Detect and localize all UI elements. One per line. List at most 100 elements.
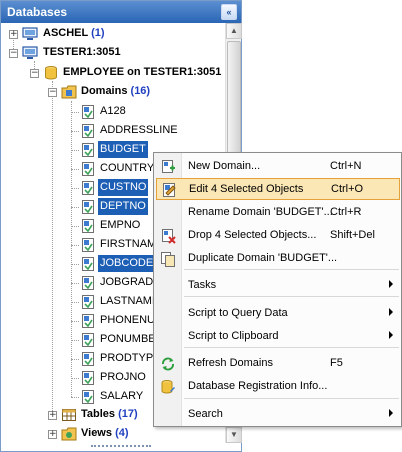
menu-item-shortcut: F5 xyxy=(330,357,343,369)
domain-icon xyxy=(82,352,94,366)
expand-icon[interactable]: + xyxy=(48,411,57,420)
domain-icon xyxy=(82,162,94,176)
host-label: TESTER1:3051 xyxy=(43,46,121,58)
menu-item-label: Drop 4 Selected Objects... xyxy=(188,229,317,241)
tree-line xyxy=(71,112,79,113)
menu-item-label: New Domain... xyxy=(188,160,261,172)
tree-item-tester1[interactable]: − TESTER1:3051 xyxy=(1,44,225,63)
menu-item-label: Search xyxy=(188,408,223,420)
server-icon xyxy=(22,27,38,40)
domain-icon xyxy=(82,200,94,214)
context-menu: New Domain... Ctrl+N Edit 4 Selected Objec… xyxy=(153,152,402,427)
menu-item-duplicate-domain-budget[interactable]: Duplicate Domain 'BUDGET'... xyxy=(156,248,400,270)
domain-icon xyxy=(82,143,94,157)
domain-label: EMPNO xyxy=(100,219,141,231)
database-label: EMPLOYEE on TESTER1:3051 xyxy=(63,66,222,78)
submenu-arrow-icon xyxy=(389,280,393,288)
group-label: Domains (16) xyxy=(81,85,151,97)
domain-icon xyxy=(82,257,94,271)
tree-item-views[interactable]: + Views (4) xyxy=(1,425,225,443)
domain-icon xyxy=(82,181,94,195)
menu-item-script-to-clipboard[interactable]: Script to Clipboard xyxy=(156,326,400,348)
menu-separator xyxy=(184,398,399,399)
domain-label: PROJNO xyxy=(100,371,146,383)
tree-line xyxy=(71,207,79,208)
domain-label: A128 xyxy=(100,105,126,117)
domain-label: ADDRESSLINE xyxy=(100,124,178,136)
menu-item-script-to-query-data[interactable]: Script to Query Data xyxy=(156,303,400,325)
refresh-icon xyxy=(162,357,174,371)
domain-label: LASTNAME xyxy=(100,295,160,307)
new-domain-icon xyxy=(162,160,175,173)
domain-item[interactable]: ADDRESSLINE xyxy=(1,122,225,141)
tree-line xyxy=(71,245,79,246)
menu-item-rename-domain-budget[interactable]: Rename Domain 'BUDGET'... Ctrl+R xyxy=(156,202,400,224)
menu-item-refresh-domains[interactable]: Refresh Domains F5 xyxy=(156,353,400,375)
menu-item-label: Script to Query Data xyxy=(188,307,288,319)
expand-icon[interactable]: + xyxy=(48,430,57,439)
menu-item-edit-4-selected-objects[interactable]: Edit 4 Selected Objects Ctrl+O xyxy=(156,178,400,200)
scroll-down-icon[interactable]: ▼ xyxy=(226,427,242,443)
domain-icon xyxy=(82,105,94,119)
domains-folder-icon xyxy=(61,85,77,99)
server-icon xyxy=(22,46,38,59)
tree-item-employee-db[interactable]: − EMPLOYEE on TESTER1:3051 xyxy=(1,64,225,83)
tree-line xyxy=(71,131,79,132)
collapse-icon[interactable]: − xyxy=(48,88,57,97)
collapse-icon[interactable]: − xyxy=(30,69,39,78)
tree-line xyxy=(71,302,79,303)
group-label: Tables (17) xyxy=(81,408,138,420)
tree-item-aschel[interactable]: + ASCHEL (1) xyxy=(1,25,225,44)
menu-item-label: Script to Clipboard xyxy=(188,330,279,342)
domain-label: CUSTNO xyxy=(98,179,149,196)
submenu-arrow-icon xyxy=(389,331,393,339)
tree-line xyxy=(71,283,79,284)
menu-item-tasks[interactable]: Tasks xyxy=(156,275,400,297)
menu-item-label: Tasks xyxy=(188,279,217,291)
views-icon xyxy=(61,427,77,441)
panel-title: Databases xyxy=(7,5,68,19)
expand-icon[interactable]: + xyxy=(9,30,18,39)
menu-item-drop-4-selected-objects[interactable]: Drop 4 Selected Objects... Shift+Del xyxy=(156,225,400,247)
collapse-panel-icon[interactable]: « xyxy=(221,4,237,20)
domain-label: JOBCODE xyxy=(98,255,156,272)
menu-item-shortcut: Ctrl+R xyxy=(330,206,362,218)
domain-label: BUDGET xyxy=(98,141,148,158)
menu-item-search[interactable]: Search xyxy=(156,404,400,426)
domain-icon xyxy=(82,390,94,404)
duplicate-icon xyxy=(161,252,175,267)
menu-item-database-registration-info[interactable]: Database Registration Info... xyxy=(156,376,400,398)
menu-item-label: Refresh Domains xyxy=(188,357,273,369)
tree-line xyxy=(71,359,79,360)
domain-item[interactable]: A128 xyxy=(1,103,225,122)
tree-line xyxy=(71,397,79,398)
menu-item-shortcut: Ctrl+O xyxy=(331,183,364,195)
domain-icon xyxy=(82,371,94,385)
group-label: Views (4) xyxy=(81,427,129,439)
domain-label: DEPTNO xyxy=(98,198,148,215)
menu-item-label: Edit 4 Selected Objects xyxy=(189,183,304,195)
menu-item-shortcut: Ctrl+N xyxy=(330,160,362,172)
domain-icon xyxy=(82,333,94,347)
edit-objects-icon xyxy=(163,183,176,197)
tables-icon xyxy=(62,409,76,421)
submenu-arrow-icon xyxy=(389,308,393,316)
submenu-arrow-icon xyxy=(389,409,393,417)
resize-grip[interactable] xyxy=(91,445,151,450)
menu-item-shortcut: Shift+Del xyxy=(330,229,375,241)
tree-line xyxy=(71,264,79,265)
tree-line xyxy=(71,169,79,170)
database-info-icon xyxy=(161,380,175,394)
panel-header: Databases « xyxy=(1,1,241,23)
menu-item-label: Database Registration Info... xyxy=(188,380,328,392)
tree-line xyxy=(71,378,79,379)
menu-item-new-domain[interactable]: New Domain... Ctrl+N xyxy=(156,156,400,178)
scroll-up-icon[interactable]: ▲ xyxy=(226,23,242,39)
domain-icon xyxy=(82,238,94,252)
collapse-icon[interactable]: − xyxy=(9,49,18,58)
tree-line xyxy=(71,150,79,151)
drop-objects-icon xyxy=(162,229,176,244)
domain-icon xyxy=(82,276,94,290)
tree-item-domains[interactable]: − Domains (16) xyxy=(1,83,225,102)
database-icon xyxy=(45,66,57,80)
